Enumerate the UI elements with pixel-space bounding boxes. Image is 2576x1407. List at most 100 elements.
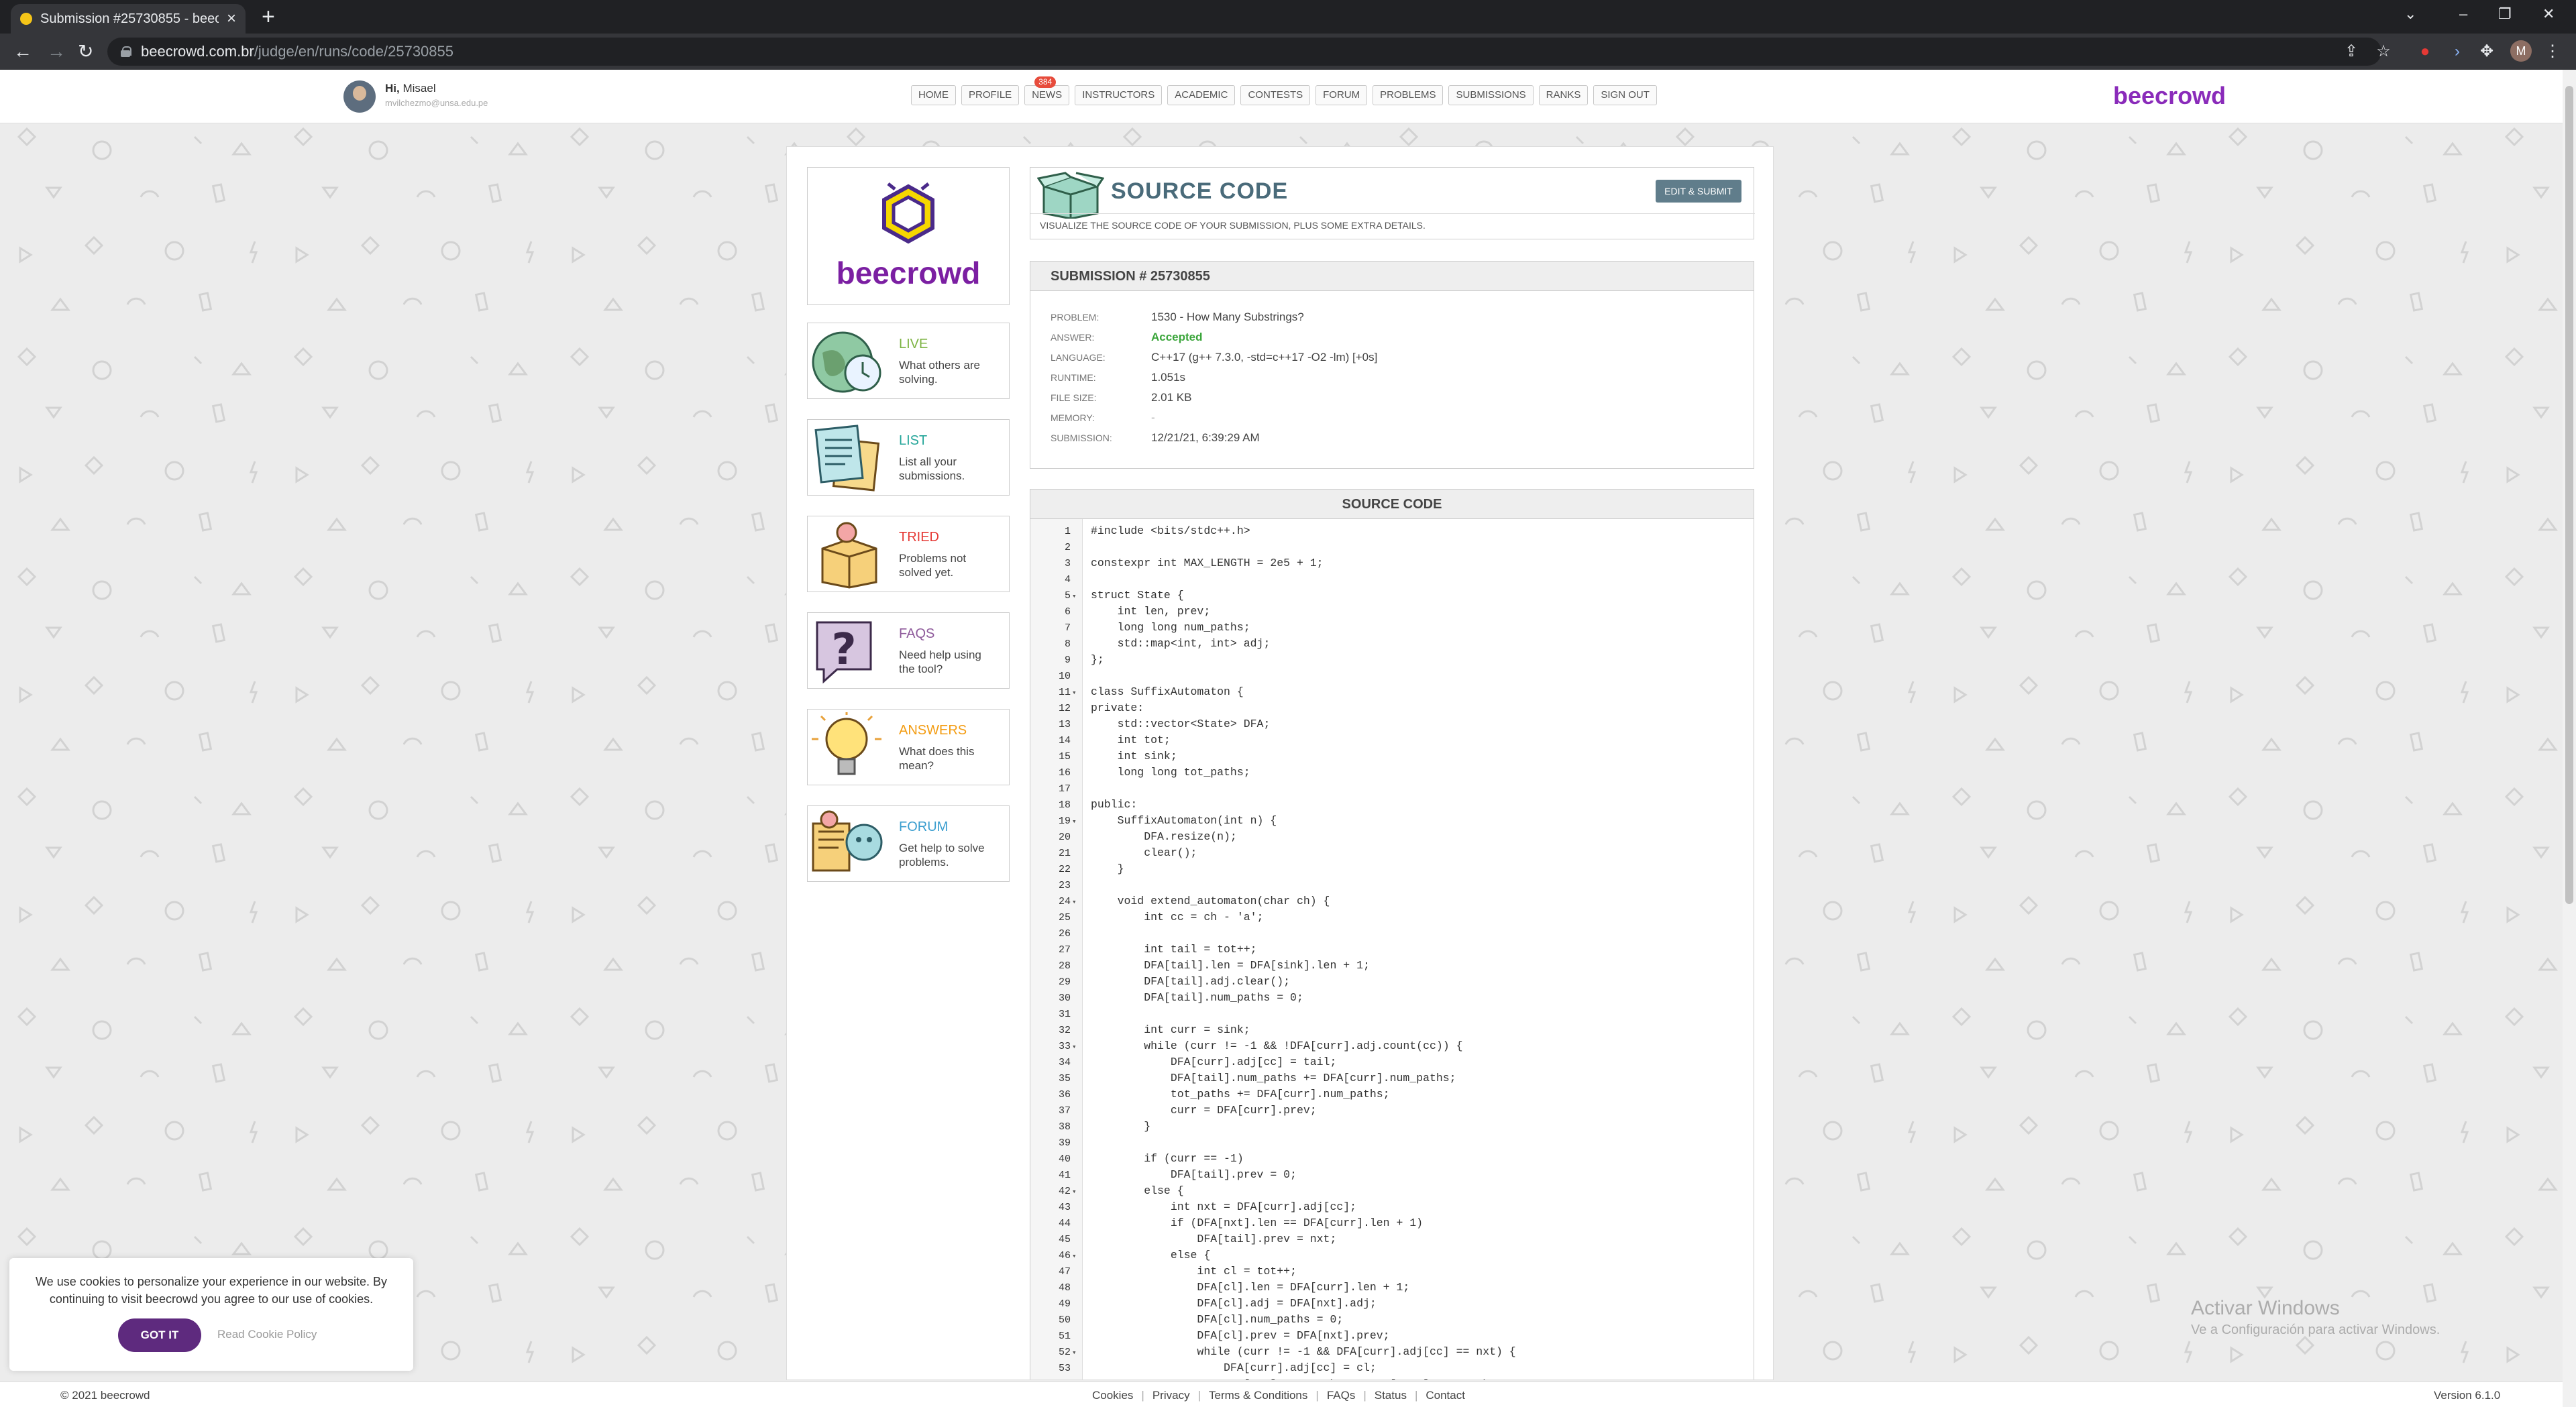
code-line: 18 public: — [1030, 797, 1754, 813]
nav-contests[interactable]: CONTESTS — [1240, 85, 1311, 105]
extensions-puzzle-icon[interactable]: ✥ — [2477, 42, 2497, 62]
code-text: DFA.resize(n); — [1091, 830, 1237, 843]
code-text: public: — [1091, 798, 1138, 811]
code-line: 16 long long tot_paths; — [1030, 765, 1754, 781]
globe-clock-icon — [812, 331, 881, 393]
nav-news[interactable]: NEWS 384 — [1024, 76, 1070, 105]
footer-link-status[interactable]: Status — [1375, 1389, 1407, 1402]
accept-cookies-button[interactable]: GOT IT — [118, 1318, 201, 1352]
browser-tab[interactable]: Submission #25730855 - beecrowd × — [11, 4, 246, 34]
bookmark-star-icon[interactable]: ☆ — [2373, 42, 2394, 62]
back-icon[interactable]: ← — [13, 40, 32, 63]
line-number: 10 — [1058, 671, 1071, 682]
profile-avatar[interactable]: M — [2510, 40, 2532, 62]
favicon-icon — [20, 13, 32, 25]
detail-key: PROBLEM: — [1051, 312, 1099, 323]
edit-submit-button[interactable]: EDIT & SUBMIT — [1656, 180, 1741, 203]
sidebar-card-forum[interactable]: FORUM Get help to solve problems. — [807, 805, 1010, 882]
reload-icon[interactable]: ↻ — [78, 40, 93, 63]
nav-academic[interactable]: ACADEMIC — [1167, 85, 1236, 105]
detail-row-filesize: FILE SIZE: 2.01 KB — [1051, 388, 1192, 408]
code-line: 26 — [1030, 925, 1754, 942]
fold-arrow-icon[interactable]: ▾ — [1071, 895, 1083, 911]
cookie-policy-link[interactable]: Read Cookie Policy — [217, 1328, 317, 1341]
sidebar-card-live[interactable]: LIVE What others are solving. — [807, 323, 1010, 399]
restore-icon[interactable]: ❐ — [2498, 5, 2512, 23]
code-line: 29 DFA[tail].adj.clear(); — [1030, 974, 1754, 990]
footer-link-cookies[interactable]: Cookies — [1092, 1389, 1133, 1402]
line-number: 1 — [1064, 526, 1071, 537]
footer-link-privacy[interactable]: Privacy — [1152, 1389, 1190, 1402]
nav-ranks[interactable]: RANKS — [1538, 85, 1589, 105]
bee-logo-icon — [882, 182, 934, 244]
scrollbar-thumb[interactable] — [2565, 86, 2573, 904]
fold-arrow-icon[interactable]: ▾ — [1071, 685, 1083, 701]
code-text: DFA[tail].adj.clear(); — [1091, 975, 1291, 988]
code-line: 49 DFA[cl].adj = DFA[nxt].adj; — [1030, 1296, 1754, 1312]
line-number: 46 — [1058, 1250, 1071, 1261]
brand-logo[interactable]: beecrowd — [2113, 82, 2226, 110]
minimize-icon[interactable]: – — [2459, 5, 2467, 23]
fold-arrow-icon[interactable]: ▾ — [1071, 1249, 1083, 1265]
code-text: class SuffixAutomaton { — [1091, 685, 1244, 698]
code-line: 11 ▾ class SuffixAutomaton { — [1030, 684, 1754, 700]
line-number: 48 — [1058, 1282, 1071, 1294]
fold-arrow-icon[interactable]: ▾ — [1071, 814, 1083, 830]
code-text: int tot; — [1091, 734, 1171, 746]
line-number: 18 — [1058, 799, 1071, 811]
sidebar-logo[interactable]: beecrowd — [807, 167, 1010, 305]
code-line: 9}; — [1030, 652, 1754, 668]
line-number: 20 — [1058, 832, 1071, 843]
browser-menu-icon[interactable]: ⋮ — [2542, 42, 2563, 62]
footer-link-terms[interactable]: Terms & Conditions — [1209, 1389, 1307, 1402]
footer-link-contact[interactable]: Contact — [1426, 1389, 1465, 1402]
nav-submissions[interactable]: SUBMISSIONS — [1448, 85, 1534, 105]
code-editor[interactable]: 1 #include <bits/stdc++.h> 2 3 constexpr int… — [1030, 519, 1754, 1380]
copyright: © 2021 beecrowd — [60, 1389, 150, 1402]
nav-sign-out[interactable]: SIGN OUT — [1593, 85, 1657, 105]
nav-forum[interactable]: FORUM — [1316, 85, 1368, 105]
sidebar-card-list[interactable]: LIST List all your submissions. — [807, 419, 1010, 496]
share-icon[interactable]: ⇪ — [2341, 42, 2361, 62]
sidebar-card-tried[interactable]: TRIED Problems not solved yet. — [807, 516, 1010, 592]
fold-arrow-icon[interactable]: ▾ — [1071, 1345, 1083, 1361]
code-line: 24 ▾ void extend_automaton(char ch) { — [1030, 893, 1754, 909]
nav-problems[interactable]: PROBLEMS — [1373, 85, 1444, 105]
sidebar-card-answers[interactable]: ANSWERS What does this mean? — [807, 709, 1010, 785]
code-line: 34 DFA[curr].adj[cc] = tail; — [1030, 1054, 1754, 1070]
nav-home[interactable]: HOME — [911, 85, 956, 105]
tab-search-icon[interactable]: ⌄ — [2404, 5, 2416, 23]
window-close-icon[interactable]: ✕ — [2542, 5, 2555, 23]
extension-red-icon[interactable]: ● — [2415, 42, 2435, 62]
fold-arrow-icon[interactable]: ▾ — [1071, 1039, 1083, 1056]
line-number: 30 — [1058, 993, 1071, 1004]
line-number: 2 — [1064, 542, 1071, 553]
fold-arrow-icon[interactable]: ▾ — [1071, 1184, 1083, 1200]
user-email: mvilchezmo@unsa.edu.pe — [385, 98, 488, 108]
line-number: 34 — [1058, 1057, 1071, 1068]
footer-link-faqs[interactable]: FAQs — [1327, 1389, 1356, 1402]
fold-arrow-icon[interactable]: ▾ — [1071, 589, 1083, 605]
sidebar-card-faqs[interactable]: ? FAQS Need help using the tool? — [807, 612, 1010, 689]
code-line: 2 — [1030, 539, 1754, 555]
new-tab-icon[interactable]: + — [262, 5, 275, 28]
code-text: std::map<int, int> adj; — [1091, 637, 1271, 650]
detail-value: 12/21/21, 6:39:29 AM — [1151, 431, 1260, 444]
extension-arrow-icon[interactable]: › — [2447, 42, 2467, 62]
nav-profile[interactable]: PROFILE — [961, 85, 1020, 105]
problem-link[interactable]: 1530 - How Many Substrings? — [1151, 307, 1304, 327]
close-tab-icon[interactable]: × — [227, 11, 236, 27]
forward-icon[interactable]: → — [47, 40, 66, 63]
line-number: 11 — [1058, 687, 1071, 698]
answers-desc: What does this mean? — [899, 745, 975, 772]
address-bar[interactable]: beecrowd.com.br/judge/en/runs/code/25730… — [107, 38, 2381, 66]
divider: | — [1363, 1389, 1366, 1402]
line-number: 36 — [1058, 1089, 1071, 1101]
avatar[interactable] — [343, 80, 376, 113]
site-header: Hi, Misael mvilchezmo@unsa.edu.pe HOME P… — [0, 70, 2563, 123]
source-code-header: SOURCE CODE VISUALIZE THE SOURCE CODE OF… — [1030, 167, 1755, 239]
page-scrollbar[interactable] — [2563, 70, 2576, 1407]
browser-chrome: Submission #25730855 - beecrowd × + ⌄ – … — [0, 0, 2576, 70]
nav-instructors[interactable]: INSTRUCTORS — [1075, 85, 1163, 105]
line-number: 53 — [1058, 1363, 1071, 1374]
